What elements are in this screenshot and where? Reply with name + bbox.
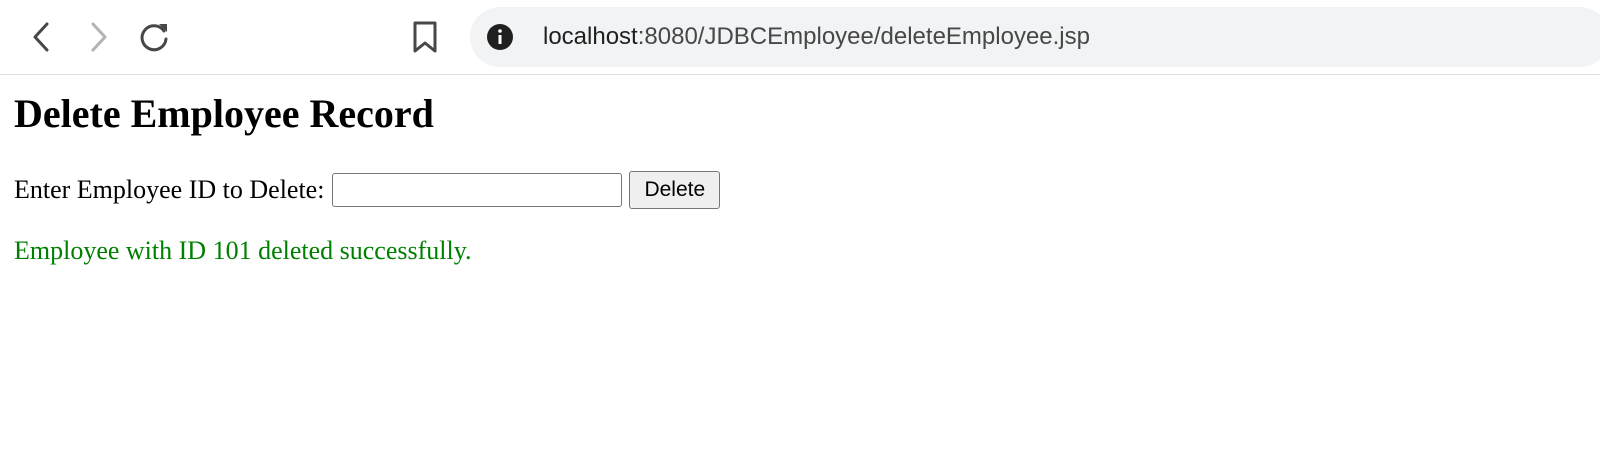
url-text[interactable]: localhost:8080/JDBCEmployee/deleteEmploy… (543, 23, 1090, 51)
delete-form: Enter Employee ID to Delete: Delete (14, 171, 1600, 209)
reload-icon (140, 24, 168, 52)
page-content: Delete Employee Record Enter Employee ID… (0, 91, 1600, 266)
status-message: Employee with ID 101 deleted successfull… (14, 236, 472, 265)
bookmark-button[interactable] (403, 15, 447, 59)
bookmark-icon (413, 21, 437, 53)
employee-id-input[interactable] (332, 173, 623, 207)
browser-toolbar: localhost:8080/JDBCEmployee/deleteEmploy… (0, 0, 1600, 75)
delete-button[interactable]: Delete (629, 171, 721, 209)
employee-id-label: Enter Employee ID to Delete: (14, 175, 325, 204)
info-icon[interactable] (486, 23, 514, 51)
page-title: Delete Employee Record (14, 91, 434, 136)
url-path: :8080/JDBCEmployee/deleteEmployee.jsp (637, 23, 1090, 50)
chevron-left-icon (33, 22, 49, 52)
forward-button[interactable] (76, 15, 120, 59)
address-bar[interactable]: localhost:8080/JDBCEmployee/deleteEmploy… (470, 7, 1600, 67)
back-button[interactable] (20, 15, 64, 59)
chevron-right-icon (91, 22, 107, 52)
reload-button[interactable] (132, 15, 176, 59)
url-host: localhost (543, 23, 638, 50)
